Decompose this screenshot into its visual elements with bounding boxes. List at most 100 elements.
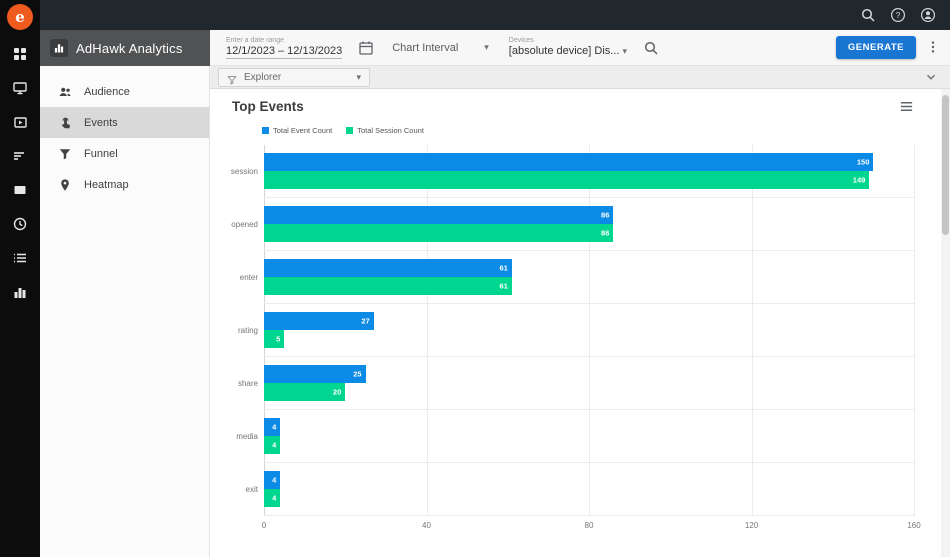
filter-icon	[227, 72, 237, 85]
chart-row: 44	[264, 410, 914, 463]
bar-rating[interactable]: 27	[264, 312, 374, 330]
legend-label: Total Event Count	[273, 126, 333, 135]
devices-label: Devices	[508, 37, 534, 44]
calendar-icon[interactable]	[358, 40, 374, 56]
category-label: enter	[239, 273, 258, 282]
card-icon[interactable]	[12, 182, 28, 198]
bar-value-label: 20	[332, 387, 342, 397]
funnel-icon	[58, 147, 72, 161]
x-axis: 0 40 80 120 160	[262, 516, 921, 532]
x-axis-tick-label: 120	[744, 521, 759, 530]
more-options-icon[interactable]	[926, 40, 940, 56]
x-axis-tick-label: 40	[422, 521, 431, 530]
sort-icon[interactable]	[12, 148, 28, 164]
scrollbar-thumb[interactable]	[942, 95, 949, 235]
adhawk-logo-icon[interactable]: e	[7, 4, 33, 30]
bar-session[interactable]: 149	[264, 171, 870, 189]
query-toolbar: Enter a date range 12/1/2023 – 12/13/202…	[210, 30, 950, 66]
sidebar-item-audience[interactable]: Audience	[40, 76, 209, 107]
explorer-select[interactable]: Explorer ▾	[218, 67, 370, 87]
bar-value-label: 86	[601, 228, 610, 238]
bar-value-label: 25	[353, 369, 362, 379]
search-icon[interactable]	[860, 7, 876, 23]
legend-swatch	[262, 127, 269, 134]
search-icon[interactable]	[643, 40, 659, 56]
chart-interval-label: Chart Interval	[392, 41, 459, 54]
bar-opened[interactable]: 86	[264, 224, 614, 242]
category-label: opened	[231, 220, 258, 229]
chart-row: 86 86	[264, 198, 914, 251]
svg-text:?: ?	[896, 10, 901, 20]
category-label: rating	[237, 326, 258, 335]
bar-value-label: 4	[272, 493, 277, 503]
app-window: e ? AdHawk Analytics Audience Events Fun…	[0, 0, 950, 557]
legend-label: Total Session Count	[357, 126, 424, 135]
category-labels: session opened enter rating share media exit	[231, 145, 264, 516]
sidebar-item-label: Heatmap	[84, 178, 129, 191]
list-icon[interactable]	[12, 250, 28, 266]
chart-interval-select[interactable]: Chart Interval ▾	[392, 42, 489, 54]
legend-swatch	[346, 127, 354, 134]
people-icon	[58, 85, 72, 99]
bar-share[interactable]: 20	[264, 383, 346, 401]
bar-opened[interactable]: 86	[264, 206, 614, 224]
bar-chart-icon[interactable]	[12, 284, 28, 300]
bar-media[interactable]: 4	[264, 436, 281, 454]
legend-item: Total Event Count	[262, 126, 332, 135]
date-range-label: Enter a date range	[226, 36, 284, 44]
sidebar-header: AdHawk Analytics	[40, 30, 210, 66]
sidebar-item-label: Events	[84, 116, 118, 129]
devices-value[interactable]: [absolute device] Dis... ▾	[509, 45, 627, 58]
gridline	[914, 145, 915, 516]
location-pin-icon	[58, 178, 72, 192]
card-title: Top Events	[232, 99, 304, 114]
bar-value-label: 150	[856, 157, 870, 167]
bar-rating[interactable]: 5	[264, 330, 285, 348]
bar-exit[interactable]: 4	[264, 471, 281, 489]
top-app-bar: ?	[40, 0, 950, 30]
explorer-row: Explorer ▾	[210, 66, 950, 89]
main-content: Top Events Total Event Count Total Sessio…	[210, 89, 950, 557]
chart-plot: 150 149 86 86 61 61 27 5 25 20 4 4 4 4	[264, 145, 915, 516]
video-library-icon[interactable]	[12, 114, 28, 130]
help-icon[interactable]: ?	[890, 7, 906, 23]
category-label: exit	[245, 485, 258, 494]
chart: session opened enter rating share media exit 1…	[231, 145, 915, 516]
bar-value-label: 4	[272, 422, 277, 432]
x-axis-tick-label: 160	[907, 521, 921, 530]
date-range-field[interactable]: Enter a date range 12/1/2023 – 12/13/202…	[226, 36, 343, 59]
bar-media[interactable]: 4	[264, 418, 281, 436]
chevron-down-icon: ▾	[484, 42, 489, 52]
bar-value-label: 4	[272, 475, 277, 485]
bar-enter[interactable]: 61	[264, 259, 512, 277]
dashboard-icon[interactable]	[12, 46, 28, 62]
legend-item: Total Session Count	[346, 126, 424, 135]
sidebar-item-label: Audience	[84, 85, 130, 98]
sidebar-item-events[interactable]: Events	[40, 107, 209, 138]
sidebar-item-funnel[interactable]: Funnel	[40, 138, 209, 169]
chart-row: 27 5	[264, 304, 914, 357]
bar-value-label: 4	[272, 440, 277, 450]
top-events-card: Top Events Total Event Count Total Sessio…	[210, 89, 950, 532]
bar-value-label: 61	[499, 263, 508, 273]
chevron-down-icon: ▾	[356, 71, 361, 82]
history-icon[interactable]	[12, 216, 28, 232]
vertical-scrollbar[interactable]	[941, 89, 950, 557]
generate-button[interactable]: GENERATE	[835, 36, 916, 59]
devices-field[interactable]: Devices [absolute device] Dis... ▾	[509, 37, 627, 58]
collapse-chevron-icon[interactable]	[924, 70, 938, 84]
chart-menu-icon[interactable]	[899, 99, 914, 114]
sidebar-item-heatmap[interactable]: Heatmap	[40, 169, 209, 200]
x-axis-row: 0 40 80 120 160	[232, 516, 921, 532]
date-range-value[interactable]: 12/1/2023 – 12/13/2023	[226, 45, 343, 59]
bar-session[interactable]: 150	[264, 153, 874, 171]
chart-row: 150 149	[264, 145, 914, 198]
account-icon[interactable]	[920, 7, 936, 23]
bar-share[interactable]: 25	[264, 365, 366, 383]
bar-exit[interactable]: 4	[264, 489, 281, 507]
x-axis-tick-label: 80	[584, 521, 594, 530]
bar-enter[interactable]: 61	[264, 277, 512, 295]
bar-value-label: 86	[601, 210, 610, 220]
bar-value-label: 149	[852, 175, 866, 185]
desktop-icon[interactable]	[12, 80, 28, 96]
